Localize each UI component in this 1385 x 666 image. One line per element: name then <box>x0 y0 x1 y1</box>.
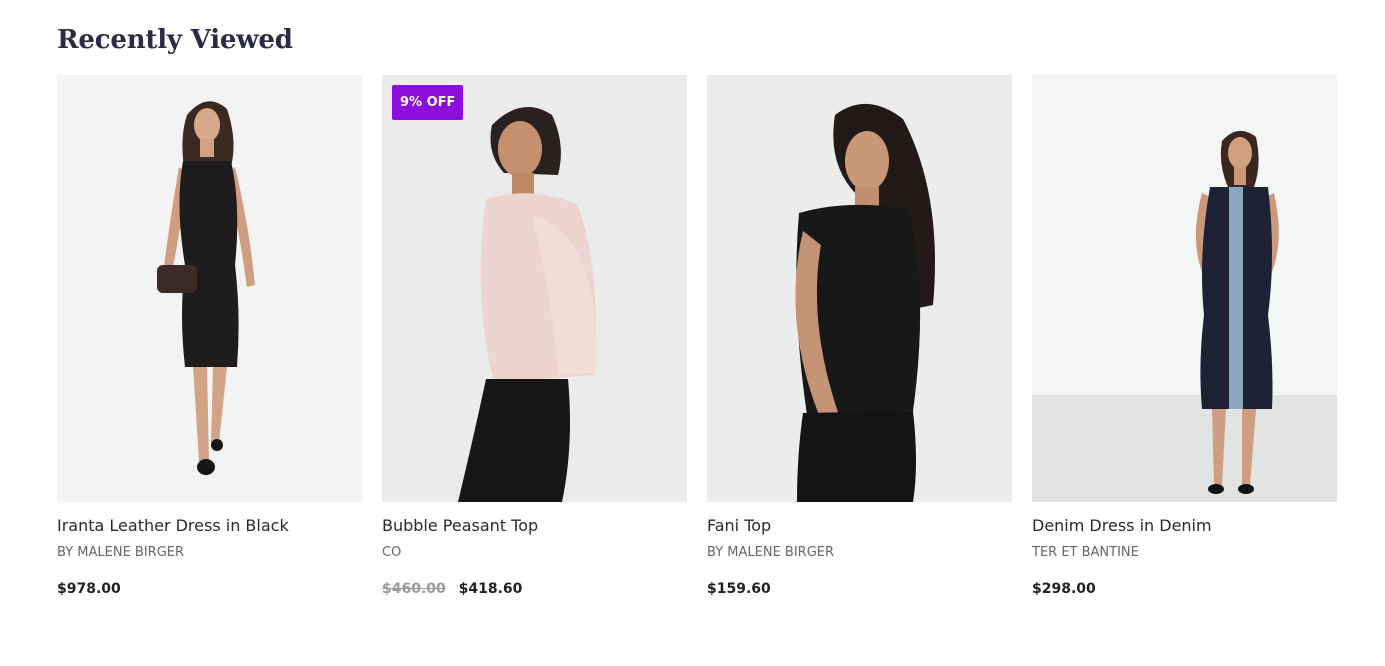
product-image[interactable] <box>57 75 362 502</box>
discount-badge: 9% OFF <box>392 85 464 120</box>
recently-viewed-section: Recently Viewed Iranta Leather Dress in … <box>57 22 1337 598</box>
compare-price: $460.00 <box>382 581 446 597</box>
product-price: $418.60 <box>458 581 523 597</box>
product-vendor: BY MALENE BIRGER <box>57 545 185 560</box>
product-card[interactable]: 9% OFF Bubble Peasant Top CO $460.00 $41… <box>382 75 687 598</box>
product-vendor: CO <box>382 545 402 560</box>
product-image[interactable] <box>1032 75 1337 502</box>
product-card[interactable]: Iranta Leather Dress in Black BY MALENE … <box>57 75 362 598</box>
denim-dress-photo <box>1032 75 1337 502</box>
product-vendor: TER ET BANTINE <box>1032 545 1139 560</box>
product-title[interactable]: Denim Dress in Denim <box>1032 516 1337 536</box>
product-title[interactable]: Bubble Peasant Top <box>382 516 687 536</box>
product-title[interactable]: Fani Top <box>707 516 1012 536</box>
product-card[interactable]: Fani Top BY MALENE BIRGER $159.60 <box>707 75 1012 598</box>
price-row: $159.60 <box>707 580 1012 598</box>
section-title: Recently Viewed <box>57 25 293 55</box>
product-price: $298.00 <box>1032 581 1096 597</box>
price-row: $978.00 <box>57 580 362 598</box>
product-image[interactable]: 9% OFF <box>382 75 687 502</box>
product-card[interactable]: Denim Dress in Denim TER ET BANTINE $298… <box>1032 75 1337 598</box>
product-vendor: BY MALENE BIRGER <box>707 545 835 560</box>
black-leather-dress-photo <box>57 75 362 502</box>
product-grid: Iranta Leather Dress in Black BY MALENE … <box>57 75 1337 598</box>
price-row: $298.00 <box>1032 580 1337 598</box>
black-tee-photo <box>707 75 1012 502</box>
product-title[interactable]: Iranta Leather Dress in Black <box>57 516 362 536</box>
product-image[interactable] <box>707 75 1012 502</box>
product-price: $978.00 <box>57 581 121 597</box>
pink-peasant-top-photo <box>382 75 687 502</box>
product-price: $159.60 <box>707 581 771 597</box>
price-row: $460.00 $418.60 <box>382 580 687 598</box>
